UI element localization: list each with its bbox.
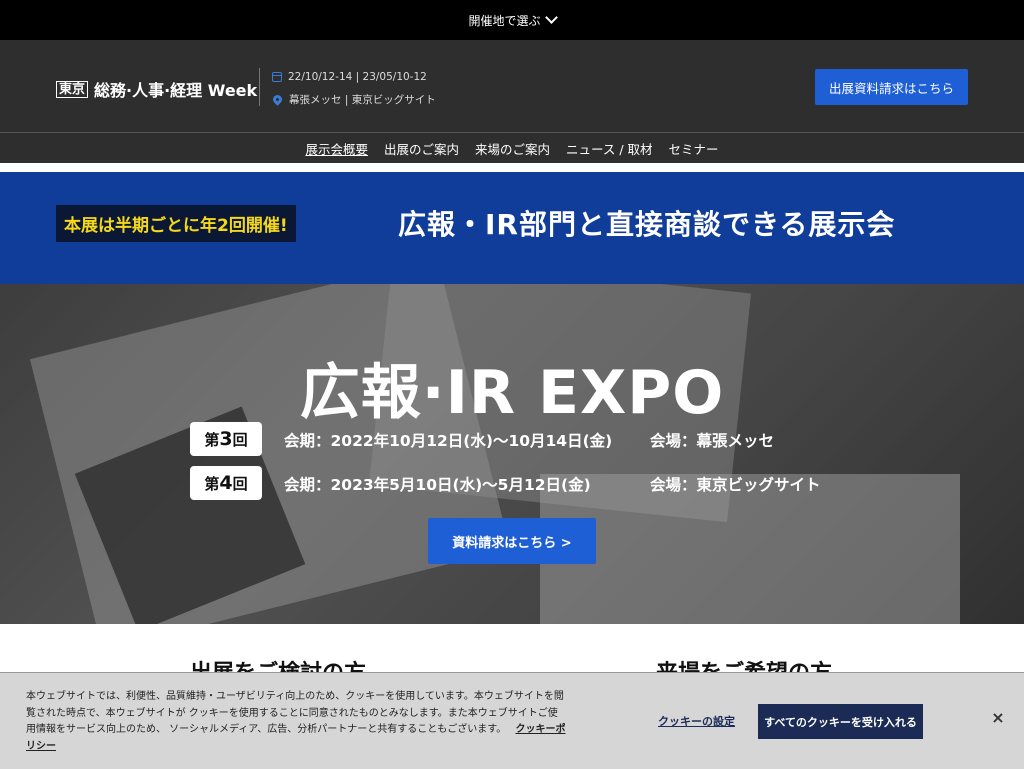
cookie-settings-link[interactable]: クッキーの設定 [658,713,735,729]
close-icon[interactable]: × [990,709,1006,727]
logo-text: 総務·人事·経理 Week [94,81,258,100]
nav-item-overview[interactable]: 展示会概要 [305,139,368,158]
nav-item-visit[interactable]: 来場のご案内 [475,139,550,158]
chevron-down-icon [544,11,558,24]
hero-request-button[interactable]: 資料請求はこちら > [428,518,596,564]
accept-all-cookies-button[interactable]: すべてのクッキーを受け入れる [758,704,923,739]
hero-overlay [0,284,1024,624]
expo-title: 広報·IR EXPO [299,358,725,428]
event-dates: 22/10/12-14 | 23/05/10-12 [288,71,427,83]
nav-item-seminar[interactable]: セミナー [669,139,719,158]
cookie-banner: 本ウェブサイトでは、利便性、品質維持・ユーザビリティ向上のため、クッキーを使用し… [0,672,1024,769]
event-venues: 幕張メッセ | 東京ビッグサイト [289,93,436,106]
edition-3-venue: 会場：幕張メッセ [650,432,775,450]
edition-4-period: 会期：2023年5月10日(水)〜5月12日(金) [284,476,591,494]
nav-item-news[interactable]: ニュース / 取材 [566,139,653,158]
calendar-icon [272,72,282,82]
cookie-notice: 本ウェブサイトでは、利便性、品質維持・ユーザビリティ向上のため、クッキーを使用し… [26,689,566,755]
exhibit-request-button[interactable]: 出展資料請求はこちら [815,69,968,105]
venue-selector[interactable]: 開催地で選ぶ [0,0,1024,40]
location-pin-icon [271,92,284,106]
edition-badge-4: 第4回 [190,466,262,500]
event-meta: 22/10/12-14 | 23/05/10-12 幕張メッセ | 東京ビッグサ… [271,66,436,110]
promo-banner: 本展は半期ごとに年2回開催! 広報・IR部門と直接商談できる展示会 [0,172,1024,284]
edition-badge-3: 第3回 [190,422,262,456]
biannual-badge: 本展は半期ごとに年2回開催! [56,205,296,242]
header-divider [259,68,260,106]
site-header: 東京 総務·人事·経理 Week 22/10/12-14 | 23/05/10-… [0,40,1024,133]
logo-tokyo-box: 東京 [56,80,89,98]
hero-section: 広報·IR EXPO 第3回 会期：2022年10月12日(水)〜10月14日(… [0,284,1024,624]
edition-4-venue: 会場：東京ビッグサイト [650,476,821,494]
cookie-notice-text: 本ウェブサイトでは、利便性、品質維持・ユーザビリティ向上のため、クッキーを使用し… [26,691,564,735]
banner-title: 広報・IR部門と直接商談できる展示会 [398,208,896,241]
edition-3-period: 会期：2022年10月12日(水)〜10月14日(金) [284,432,613,450]
nav-item-exhibit[interactable]: 出展のご案内 [384,139,459,158]
venue-selector-label: 開催地で選ぶ [468,13,541,28]
main-nav: 展示会概要 出展のご案内 来場のご案内 ニュース / 取材 セミナー [0,133,1024,163]
site-logo[interactable]: 東京 総務·人事·経理 Week [56,77,257,101]
